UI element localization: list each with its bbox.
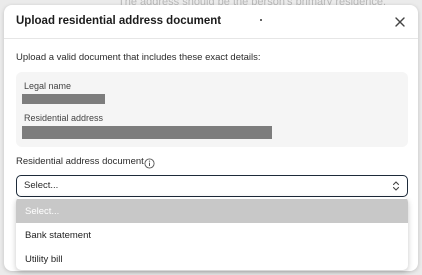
- chevron-up-down-icon: [392, 181, 400, 191]
- close-icon: [395, 17, 405, 27]
- modal-title: Upload residential address document: [16, 15, 222, 27]
- modal-header: Upload residential address document: [4, 5, 418, 39]
- header-dot: [260, 19, 262, 21]
- option-select-placeholder[interactable]: Select...: [16, 199, 408, 223]
- details-box: Legal name Residential address: [16, 72, 408, 147]
- intro-text: Upload a valid document that includes th…: [16, 52, 261, 63]
- select-current-value: Select...: [24, 180, 59, 191]
- option-bank-statement[interactable]: Bank statement: [16, 223, 408, 247]
- document-type-dropdown: Select... Bank statement Utility bill: [16, 197, 408, 270]
- legal-name-redacted-value: [22, 94, 105, 104]
- residential-address-redacted-value: [22, 126, 272, 139]
- document-type-label: Residential address document: [16, 156, 144, 167]
- document-type-select[interactable]: Select...: [16, 175, 408, 197]
- option-label: Bank statement: [25, 230, 92, 241]
- option-utility-bill[interactable]: Utility bill: [16, 247, 408, 270]
- option-label: Utility bill: [25, 254, 63, 265]
- legal-name-label: Legal name: [24, 81, 72, 91]
- info-icon[interactable]: [144, 156, 155, 169]
- close-button[interactable]: [392, 14, 408, 30]
- option-label: Select...: [25, 206, 60, 217]
- residential-address-label: Residential address: [24, 113, 104, 123]
